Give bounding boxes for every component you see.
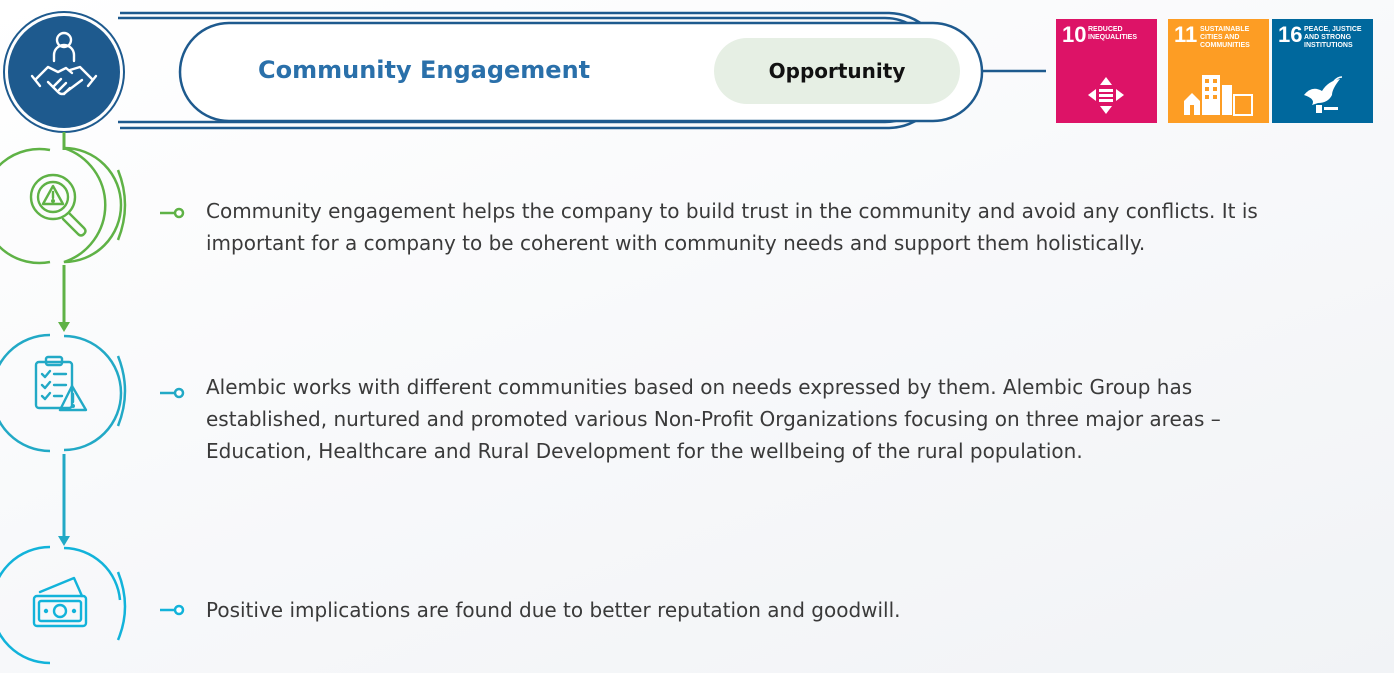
sdg-tile-16: 16 PEACE, JUSTICE AND STRONG INSTITUTION… bbox=[1272, 19, 1373, 123]
peace-dove-icon bbox=[1304, 76, 1343, 113]
reduced-inequalities-icon bbox=[1088, 77, 1124, 114]
down-arrow-1 bbox=[58, 322, 70, 332]
page-title: Community Engagement bbox=[258, 56, 591, 84]
section-2-text: Alembic works with different communities… bbox=[206, 375, 1221, 463]
section-3-ring bbox=[63, 546, 122, 601]
section-3-text: Positive implications are found due to b… bbox=[206, 598, 901, 622]
down-arrow-2 bbox=[58, 536, 70, 546]
sdg-tile-11: 11 SUSTAINABLE CITIES AND COMMUNITIES bbox=[1168, 19, 1269, 123]
section-3-ring bbox=[0, 545, 51, 665]
opportunity-badge: Opportunity bbox=[714, 38, 960, 104]
magnifier-warning-icon bbox=[29, 173, 87, 237]
section-3-bracket bbox=[116, 571, 127, 641]
section-3-dot bbox=[173, 604, 185, 616]
sustainable-cities-icon bbox=[1184, 75, 1253, 116]
section-1-dot bbox=[173, 207, 185, 219]
section-1-text: Community engagement helps the company t… bbox=[206, 199, 1258, 255]
money-icon bbox=[32, 576, 88, 628]
clipboard-warning-icon bbox=[34, 355, 88, 412]
sdg-tile-10: 10 REDUCED INEQUALITIES bbox=[1056, 19, 1157, 123]
badge-label: Opportunity bbox=[768, 59, 906, 83]
section-2-ring bbox=[0, 333, 51, 453]
section-2-dot bbox=[173, 387, 185, 399]
